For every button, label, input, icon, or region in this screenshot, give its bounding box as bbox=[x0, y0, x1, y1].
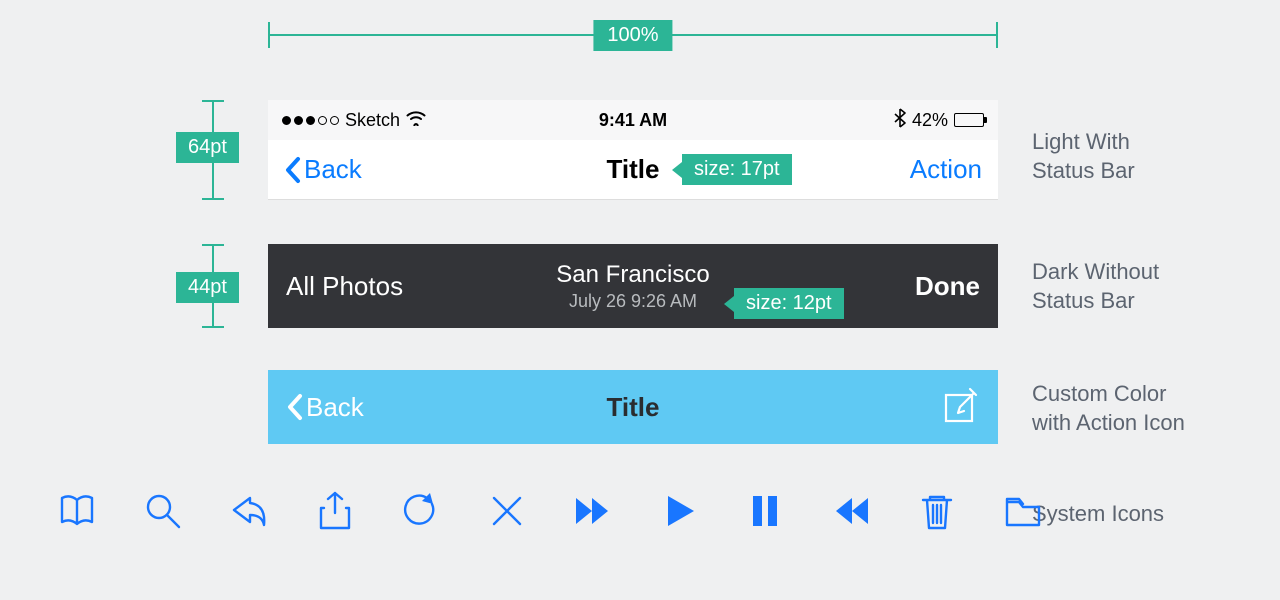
nav-bar-dark: All Photos San Francisco July 26 9:26 AM… bbox=[268, 244, 998, 328]
status-bar: Sketch 9:41 AM 42% bbox=[268, 100, 998, 140]
rewind-icon bbox=[830, 490, 872, 532]
desc-custom: Custom Colorwith Action Icon bbox=[1032, 380, 1185, 437]
nav-title: Title bbox=[607, 154, 660, 185]
status-time: 9:41 AM bbox=[516, 110, 750, 131]
back-label: Back bbox=[304, 154, 362, 185]
height-badge-2: 44pt bbox=[176, 272, 239, 303]
wifi-icon bbox=[406, 110, 426, 131]
signal-dots-icon bbox=[282, 116, 339, 125]
trash-icon bbox=[916, 490, 958, 532]
desc-icons: System Icons bbox=[1032, 500, 1164, 529]
back-button[interactable]: Back bbox=[286, 392, 364, 423]
compose-button[interactable] bbox=[940, 385, 980, 430]
title-size-annotation: size: 17pt bbox=[682, 154, 792, 185]
pause-icon bbox=[744, 490, 786, 532]
width-badge: 100% bbox=[593, 20, 672, 51]
height-badge-1: 64pt bbox=[176, 132, 239, 163]
subtitle-size-annotation: size: 12pt bbox=[734, 288, 844, 319]
nav-title: Title bbox=[607, 392, 660, 423]
share-icon bbox=[314, 490, 356, 532]
desc-light: Light WithStatus Bar bbox=[1032, 128, 1135, 185]
back-label: Back bbox=[306, 392, 364, 423]
carrier-label: Sketch bbox=[345, 110, 400, 131]
chevron-left-icon bbox=[284, 156, 302, 184]
battery-pct: 42% bbox=[912, 110, 948, 131]
refresh-icon bbox=[400, 490, 442, 532]
desc-dark: Dark WithoutStatus Bar bbox=[1032, 258, 1159, 315]
nav-bar-light: Back Title Action size: 17pt bbox=[268, 140, 998, 200]
close-icon bbox=[486, 490, 528, 532]
compose-icon bbox=[940, 385, 980, 425]
action-button[interactable]: Action bbox=[910, 154, 982, 185]
done-button[interactable]: Done bbox=[915, 271, 980, 302]
fast-forward-icon bbox=[572, 490, 614, 532]
width-ruler: 100% bbox=[268, 10, 998, 44]
back-button[interactable]: All Photos bbox=[286, 271, 403, 302]
folder-icon bbox=[1002, 490, 1044, 532]
battery-icon bbox=[954, 113, 984, 127]
nav-subtitle: July 26 9:26 AM bbox=[556, 291, 709, 312]
back-button[interactable]: Back bbox=[284, 154, 362, 185]
system-icons-row bbox=[56, 490, 1044, 532]
reply-icon bbox=[228, 490, 270, 532]
bluetooth-icon bbox=[894, 108, 906, 133]
book-icon bbox=[56, 490, 98, 532]
search-icon bbox=[142, 490, 184, 532]
nav-bar-custom: Back Title bbox=[268, 370, 998, 444]
nav-title: San Francisco bbox=[556, 261, 709, 289]
play-icon bbox=[658, 490, 700, 532]
chevron-left-icon bbox=[286, 393, 304, 421]
